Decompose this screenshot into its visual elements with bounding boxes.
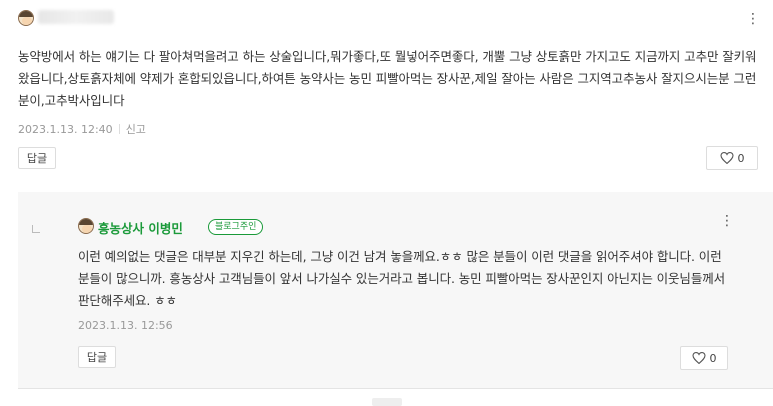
commenter-name-blurred: [38, 10, 114, 24]
reply-indent-marker: [32, 225, 40, 233]
reply-reply-button[interactable]: 답글: [78, 346, 116, 368]
reply-author-avatar[interactable]: [78, 218, 94, 234]
comment-meta: 2023.1.13. 12:40 신고: [18, 121, 146, 137]
like-button[interactable]: 0: [706, 146, 758, 170]
comment: ⋮ 농약방에서 하는 얘기는 다 팔아쳐먹을려고 하는 상술입니다,뭐가좋다,또…: [0, 0, 773, 192]
bottom-edge-element: [372, 398, 402, 406]
report-link[interactable]: 신고: [126, 123, 146, 136]
reply-button[interactable]: 답글: [18, 147, 56, 169]
reply-date: 2023.1.13. 12:56: [78, 319, 173, 332]
like-count: 0: [737, 151, 745, 165]
owner-badge: 블로그주인: [208, 219, 264, 235]
reply-like-button[interactable]: 0: [680, 346, 728, 370]
comment-date: 2023.1.13. 12:40: [18, 123, 113, 136]
comment-body: 농약방에서 하는 얘기는 다 팔아쳐먹을려고 하는 상술입니다,뭐가좋다,또 뭘…: [18, 49, 757, 108]
heart-outline-icon: [691, 352, 706, 364]
reply-more-icon[interactable]: ⋮: [720, 214, 734, 228]
commenter-avatar[interactable]: [18, 10, 34, 26]
reply-like-count: 0: [709, 351, 717, 365]
comment-more-icon[interactable]: ⋮: [746, 12, 760, 26]
reply-author-name[interactable]: 흥농상사 이병민: [98, 218, 183, 237]
heart-outline-icon: [719, 152, 734, 164]
reply-body: 이런 예의없는 댓글은 대부분 지우긴 하는데, 그냥 이건 남겨 놓을께요.ㅎ…: [78, 249, 726, 308]
